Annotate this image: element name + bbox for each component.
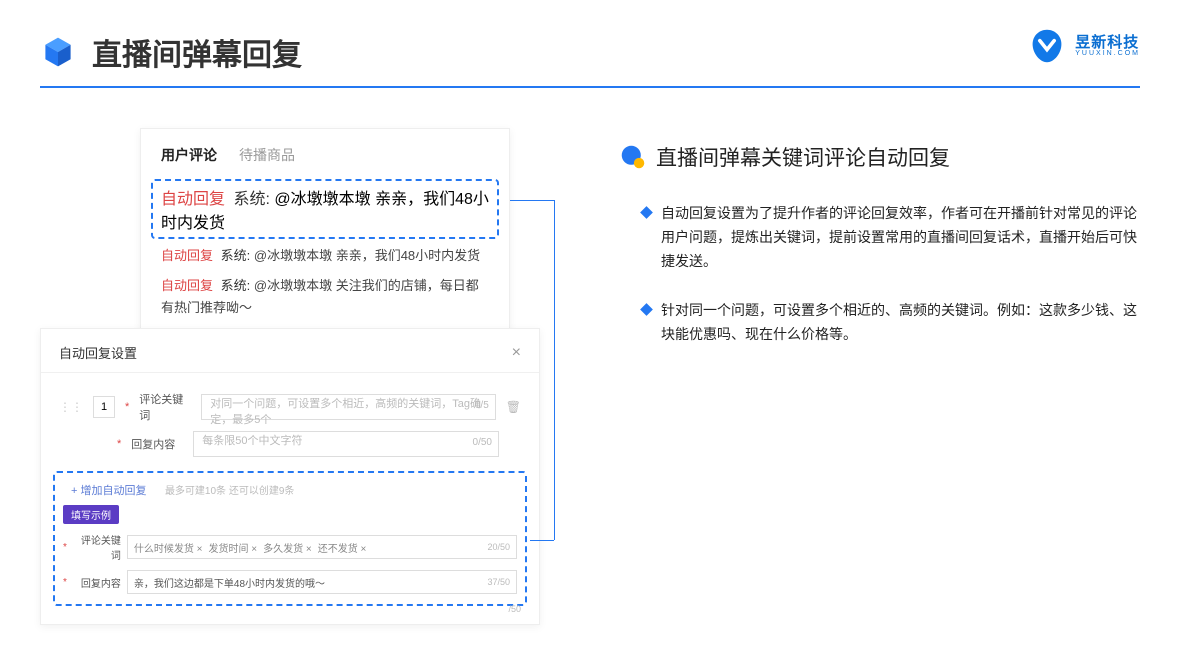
add-hint: 最多可建10条 还可以创建9条 xyxy=(165,486,294,497)
content-input[interactable]: 每条限50个中文字符 0/50 xyxy=(193,431,499,457)
example-keyword-tags: 什么时候发货 × 发货时间 × 多久发货 × 还不发货 × 20/50 xyxy=(127,535,517,559)
drag-icon[interactable]: ⋮⋮ xyxy=(59,400,83,414)
connector-line xyxy=(554,200,555,540)
settings-card: 自动回复设置 × ⋮⋮ 1 * 评论关键词 对同一个问题，可设置多个相近，高频的… xyxy=(40,328,540,625)
brand-name: 昱新科技 xyxy=(1075,35,1140,50)
tab-pending-products[interactable]: 待播商品 xyxy=(239,145,295,165)
page-title: 直播间弹幕回复 xyxy=(92,30,302,74)
section-title: 直播间弹幕关键词评论自动回复 xyxy=(656,142,950,172)
example-badge: 填写示例 xyxy=(63,505,119,524)
comment-line: 自动回复 系统: @冰墩墩本墩 关注我们的店铺，每日都有热门推荐呦～ xyxy=(141,271,509,323)
stray-counter: /50 xyxy=(508,604,521,614)
connector-line xyxy=(510,200,554,201)
content-label: 回复内容 xyxy=(131,436,183,452)
brand: 昱新科技 YUUXIN.COM xyxy=(1029,28,1140,64)
highlighted-comment: 自动回复 系统: @冰墩墩本墩 亲亲，我们48小时内发货 xyxy=(151,179,499,239)
tag[interactable]: 发货时间 × xyxy=(209,540,258,555)
comments-card: 用户评论 待播商品 自动回复 系统: @冰墩墩本墩 亲亲，我们48小时内发货 自… xyxy=(140,128,510,342)
rule-index: 1 xyxy=(93,396,115,418)
diamond-bullet-icon xyxy=(640,206,653,219)
delete-icon[interactable]: 🗑 xyxy=(506,400,521,414)
bullet-text: 针对同一个问题，可设置多个相近的、高频的关键词。例如：这款多少钱、这块能优惠吗、… xyxy=(661,299,1140,347)
settings-title: 自动回复设置 xyxy=(59,343,137,362)
comment-line: 自动回复 系统: @冰墩墩本墩 亲亲，我们48小时内发货 xyxy=(141,241,509,271)
cube-icon xyxy=(40,34,76,70)
close-icon[interactable]: × xyxy=(512,344,521,362)
tag[interactable]: 什么时候发货 × xyxy=(134,540,203,555)
diamond-bullet-icon xyxy=(640,304,653,317)
bullet-text: 自动回复设置为了提升作者的评论回复效率，作者可在开播前针对常见的评论用户问题，提… xyxy=(661,202,1140,273)
header-rule xyxy=(40,86,1140,88)
tag[interactable]: 多久发货 × xyxy=(263,540,312,555)
example-content: 亲，我们这边都是下单48小时内发货的哦～ 37/50 xyxy=(127,570,517,594)
add-auto-reply-link[interactable]: + 增加自动回复 xyxy=(63,485,154,497)
brand-logo-icon xyxy=(1029,28,1065,64)
auto-reply-tag: 自动回复 xyxy=(161,191,225,208)
keyword-label: 评论关键词 xyxy=(139,391,191,423)
tab-user-comments[interactable]: 用户评论 xyxy=(161,145,217,165)
example-highlight: + 增加自动回复 最多可建10条 还可以创建9条 填写示例 * 评论关键词 什么… xyxy=(53,471,527,606)
keyword-input[interactable]: 对同一个问题，可设置多个相近，高频的关键词，Tag确定，最多5个 0/5 xyxy=(201,394,495,420)
tag[interactable]: 还不发货 × xyxy=(318,540,367,555)
connector-line xyxy=(530,540,554,541)
brand-domain: YUUXIN.COM xyxy=(1075,50,1140,57)
chat-bubble-icon xyxy=(620,144,646,170)
